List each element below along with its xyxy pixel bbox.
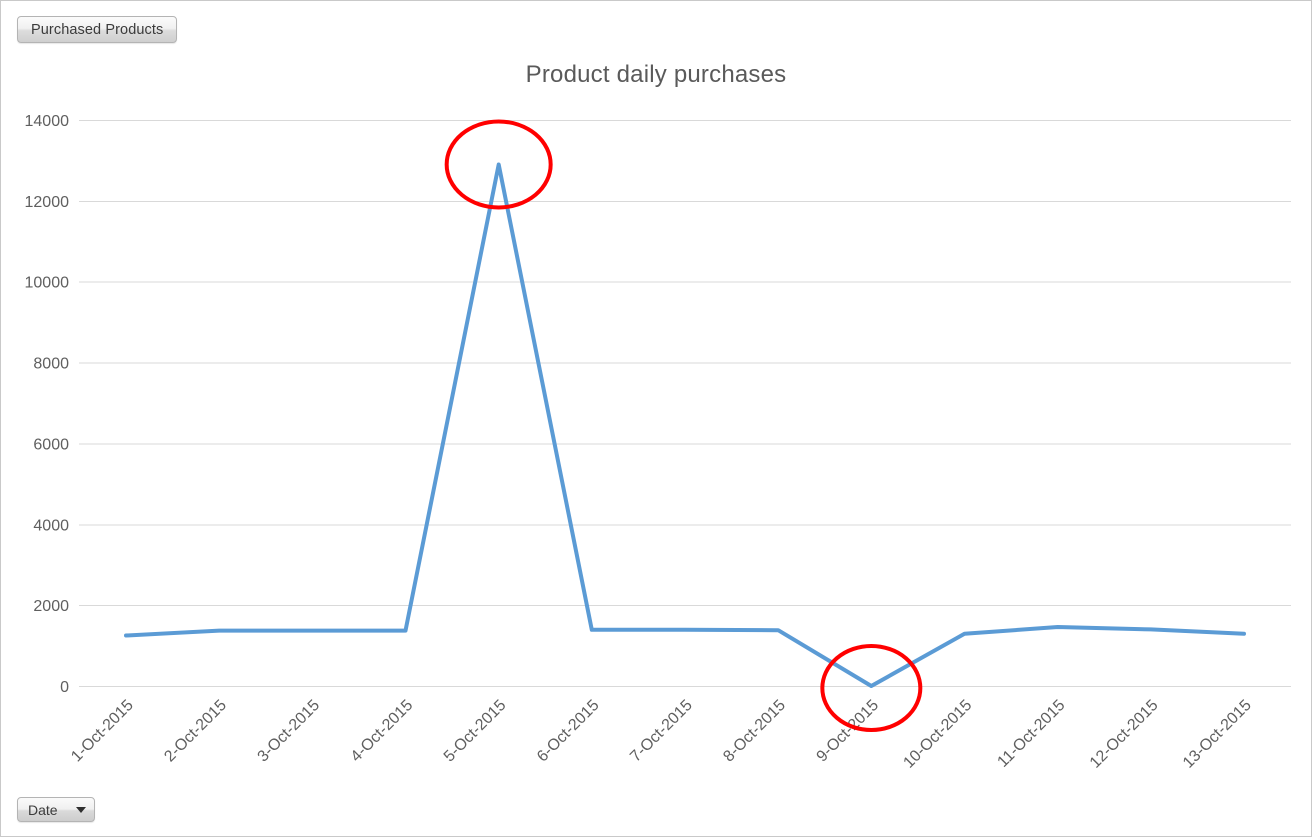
x-axis-tick-label: 4-Oct-2015 (348, 697, 417, 766)
y-axis-tick-label: 6000 (33, 436, 69, 453)
x-axis-tick-label: 3-Oct-2015 (255, 697, 324, 766)
x-axis-tick-label: 5-Oct-2015 (441, 697, 510, 766)
x-axis-tick-label: 12-Oct-2015 (1087, 697, 1162, 772)
y-axis-tick-label: 12000 (25, 194, 70, 211)
y-axis-tick-label: 8000 (33, 356, 69, 373)
bottom-bar: Date (1, 788, 1311, 836)
y-axis-tick-label: 4000 (33, 517, 69, 534)
x-axis-tick-label: 7-Oct-2015 (627, 697, 696, 766)
x-axis-tick-label: 11-Oct-2015 (994, 697, 1068, 771)
x-axis-tick-label: 1-Oct-2015 (68, 697, 137, 766)
x-axis-tick-label: 6-Oct-2015 (534, 697, 603, 766)
plot-area: 0 2000 4000 6000 8000 10000 12000 14000 1-Oct-2… (1, 1, 1311, 836)
x-axis-tick-label: 13-Oct-2015 (1180, 697, 1255, 772)
y-axis-tick-label: 2000 (33, 598, 69, 615)
annotation-layer (444, 119, 923, 732)
y-axis-tick-label: 0 (60, 679, 69, 696)
series-line (124, 162, 1246, 688)
x-axis-tick-label: 2-Oct-2015 (161, 697, 230, 766)
chart-window: Purchased Products Product daily purchas… (0, 0, 1312, 837)
y-axis-tick-label: 14000 (25, 113, 70, 130)
y-axis-tick-labels: 0 2000 4000 6000 8000 10000 12000 14000 (25, 113, 70, 696)
x-axis-tick-label: 8-Oct-2015 (720, 697, 789, 766)
line-chart-svg: 0 2000 4000 6000 8000 10000 12000 14000 1-Oct-2… (25, 113, 1291, 772)
field-dropdown-date[interactable]: Date (17, 797, 95, 822)
y-axis-tick-label: 10000 (25, 275, 70, 292)
chevron-down-icon (76, 806, 86, 813)
field-dropdown-label: Date (28, 801, 58, 818)
x-axis-tick-label: 10-Oct-2015 (900, 697, 975, 772)
x-axis-tick-labels: 1-Oct-2015 2-Oct-2015 3-Oct-2015 4-Oct-2015… (68, 697, 1255, 772)
gridlines (79, 120, 1291, 687)
series-layer (124, 162, 1246, 688)
